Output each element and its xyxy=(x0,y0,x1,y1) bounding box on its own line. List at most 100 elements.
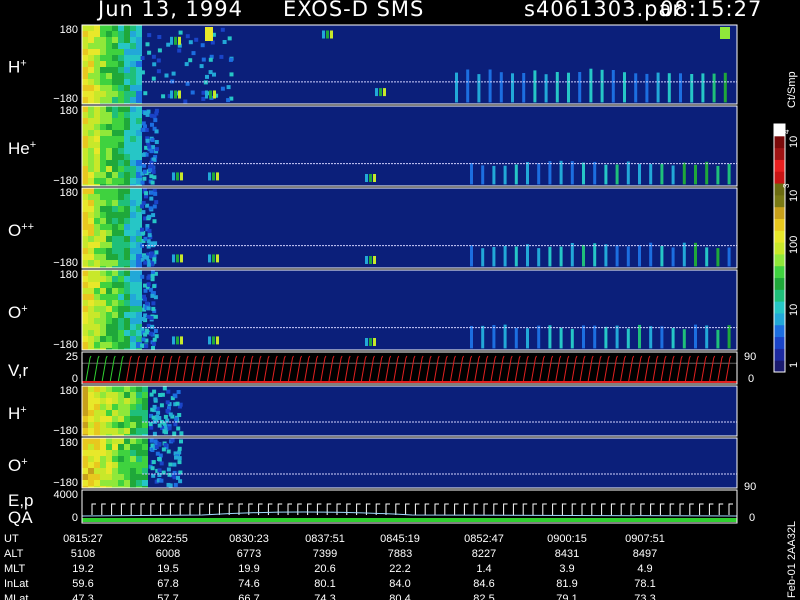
heatmap-cell xyxy=(118,25,124,31)
heatmap-cell xyxy=(88,404,94,410)
heatmap-cell xyxy=(112,160,118,166)
heatmap-cell xyxy=(142,398,148,404)
heatmap-cell xyxy=(94,31,100,37)
heatmap-streak xyxy=(660,326,664,349)
heatmap-streak xyxy=(537,248,541,267)
heatmap-streak xyxy=(611,70,615,103)
heatmap-cell xyxy=(88,55,94,61)
heatmap-cell xyxy=(383,88,386,97)
table-cell: 0852:47 xyxy=(464,533,504,545)
heatmap-cell xyxy=(130,212,136,218)
heatmap-cell xyxy=(130,276,136,282)
heatmap-cell xyxy=(157,48,162,53)
heatmap-cell xyxy=(82,392,88,398)
heatmap-cell xyxy=(130,124,136,130)
heatmap-streak xyxy=(671,165,675,185)
heatmap-cell xyxy=(151,157,156,162)
heatmap-cell xyxy=(130,67,136,73)
heatmap-cell xyxy=(136,136,142,142)
heatmap-cell xyxy=(100,306,106,312)
heatmap-cell xyxy=(124,148,130,154)
heatmap-cell xyxy=(208,172,211,181)
heatmap-cell xyxy=(124,330,130,336)
heatmap-cell xyxy=(330,30,333,39)
heatmap-cell xyxy=(82,49,88,55)
heatmap-cell xyxy=(94,480,100,486)
heatmap-streak xyxy=(615,325,619,349)
table-cell: 5108 xyxy=(71,548,95,560)
heatmap-cell xyxy=(112,236,118,242)
heatmap-cell xyxy=(88,336,94,342)
heatmap-cell xyxy=(82,230,88,236)
heatmap-cell xyxy=(112,330,118,336)
heatmap-cell xyxy=(106,312,112,318)
heatmap-cell xyxy=(94,172,100,178)
heatmap-cell xyxy=(112,288,118,294)
heatmap-cell xyxy=(94,218,100,224)
heatmap-cell xyxy=(88,67,94,73)
heatmap-cell xyxy=(136,306,142,312)
heatmap-cell xyxy=(118,386,124,392)
heatmap-cell xyxy=(130,404,136,410)
heatmap-cell xyxy=(191,51,196,56)
row-label-inlat: InLat xyxy=(4,578,28,590)
heatmap-cell xyxy=(112,312,118,318)
heatmap-cell xyxy=(130,318,136,324)
heatmap-cell xyxy=(228,57,233,62)
heatmap-cell xyxy=(130,242,136,248)
heatmap-cell xyxy=(82,324,88,330)
heatmap-cell xyxy=(82,130,88,136)
heatmap-cell xyxy=(100,166,106,172)
heatmap-cell xyxy=(118,468,124,474)
heatmap-cell xyxy=(153,314,158,319)
colorbar-swatch xyxy=(774,206,785,219)
heatmap-cell xyxy=(82,270,88,276)
heatmap-cell xyxy=(124,91,130,97)
heatmap-cell xyxy=(118,172,124,178)
heatmap-cell xyxy=(112,422,118,428)
heatmap-cell xyxy=(106,422,112,428)
heatmap-cell xyxy=(88,324,94,330)
heatmap-cell xyxy=(106,55,112,61)
panel-label-sup: + xyxy=(21,456,27,468)
heatmap-streak xyxy=(481,325,485,349)
heatmap-cell xyxy=(130,480,136,486)
heatmap-cell xyxy=(94,456,100,462)
heatmap-cell xyxy=(94,282,100,288)
heatmap-cell xyxy=(112,136,118,142)
heatmap-cell xyxy=(112,428,118,434)
heatmap-cell xyxy=(130,43,136,49)
heatmap-cell xyxy=(142,422,148,428)
heatmap-cell xyxy=(143,283,147,288)
heatmap-cell xyxy=(112,318,118,324)
heatmap-cell xyxy=(94,154,100,160)
heatmap-streak xyxy=(455,72,458,103)
heatmap-cell xyxy=(154,250,159,255)
heatmap-cell xyxy=(118,136,124,142)
heatmap-cell xyxy=(82,61,88,67)
heatmap-cell xyxy=(152,284,157,289)
heatmap-cell xyxy=(130,438,136,444)
heatmap-cell xyxy=(94,398,100,404)
heatmap-cell xyxy=(82,148,88,154)
heatmap-cell xyxy=(100,404,106,410)
heatmap-cell xyxy=(130,73,136,79)
heatmap-cell xyxy=(88,106,94,112)
heatmap-cell xyxy=(130,166,136,172)
heatmap-cell xyxy=(112,282,118,288)
heatmap-cell xyxy=(124,254,130,260)
heatmap-cell xyxy=(112,392,118,398)
colorbar: Ct/Smp 1 10 100 10 10 4 3 xyxy=(773,71,800,373)
heatmap-cell xyxy=(100,444,106,450)
heatmap-cell xyxy=(88,422,94,428)
heatmap-cell xyxy=(88,318,94,324)
heatmap-cell xyxy=(82,218,88,224)
table-cell: 66.7 xyxy=(238,593,259,600)
heatmap-streak xyxy=(589,68,593,103)
heatmap-cell xyxy=(112,25,118,31)
heatmap-cell xyxy=(100,312,106,318)
heatmap-cell xyxy=(136,112,142,118)
heatmap-cell xyxy=(130,428,136,434)
heatmap-cell xyxy=(162,386,167,391)
heatmap-cell xyxy=(106,270,112,276)
